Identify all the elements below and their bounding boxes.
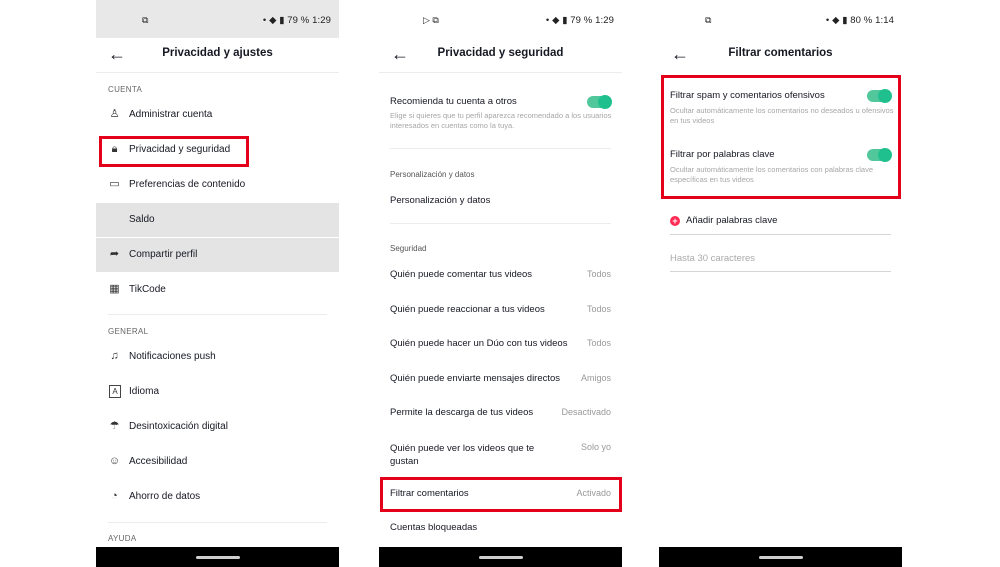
menu-item-compartir-perfil[interactable]: ➦ Compartir perfil — [96, 238, 339, 272]
setting-cuentas-bloqueadas-label[interactable]: Cuentas bloqueadas — [390, 522, 477, 533]
page-title: Privacidad y seguridad — [437, 47, 564, 59]
menu-item-ahorro-datos[interactable]: ◔ Ahorro de datos — [96, 480, 339, 514]
menu-item-label: Saldo — [129, 214, 155, 225]
status-bar: ▷ ⧉ • ◆ ▮ 79 % 1:29 — [379, 0, 622, 38]
setting-duo-label[interactable]: Quién puede hacer un Dúo con tus videos — [390, 338, 567, 349]
menu-item-saldo[interactable]: Saldo — [96, 203, 339, 237]
setting-reaccionar-value: Todos — [586, 304, 611, 314]
section-header-general: GENERAL — [108, 327, 149, 336]
menu-item-label: Accesibilidad — [129, 456, 188, 467]
menu-item-label: Idioma — [129, 386, 160, 397]
setting-videos-gustan-value: Solo yo — [580, 442, 611, 452]
setting-mensajes-label[interactable]: Quién puede enviarte mensajes directos — [390, 373, 560, 384]
battery-level: 79 % — [287, 15, 310, 26]
navigation-bar — [379, 547, 622, 567]
header: ← Privacidad y seguridad — [379, 38, 622, 73]
clock: 1:29 — [312, 15, 331, 26]
status-indicators: • ◆ ▮ 79 % 1:29 — [262, 15, 331, 26]
clock: 1:29 — [595, 15, 614, 26]
page-title: Filtrar comentarios — [728, 47, 833, 59]
setting-duo-value: Todos — [586, 338, 611, 348]
setting-descarga-value: Desactivado — [561, 407, 611, 417]
person-icon: ♙ — [109, 108, 120, 120]
battery-level: 80 % — [850, 15, 873, 26]
highlight-privacidad-seguridad — [99, 136, 249, 167]
setting-reaccionar-label[interactable]: Quién puede reaccionar a tus videos — [390, 304, 545, 315]
data-saver-icon: ◔ — [111, 490, 118, 502]
page-title: Privacidad y ajustes — [162, 47, 273, 59]
section-header-personalizacion: Personalización y datos — [390, 170, 475, 179]
highlight-filtrar-comentarios — [380, 477, 622, 512]
section-header-seguridad: Seguridad — [390, 244, 427, 253]
screenshot-icon: ⧉ — [705, 15, 712, 25]
section-header-cuenta: CUENTA — [108, 85, 143, 94]
bell-icon: ♫ — [110, 350, 119, 362]
setting-comentar-label[interactable]: Quién puede comentar tus videos — [390, 269, 532, 280]
menu-item-preferencias-contenido[interactable]: ▭ Preferencias de contenido — [96, 168, 339, 202]
menu-item-personalizacion[interactable]: Personalización y datos — [390, 195, 490, 206]
highlight-filter-toggles — [661, 75, 901, 199]
menu-item-label: Administrar cuenta — [129, 109, 213, 120]
accessibility-icon: ☺ — [108, 455, 121, 467]
screen-privacy-settings: ⧉ • ◆ ▮ 79 % 1:29 ← Privacidad y ajustes… — [96, 0, 339, 567]
share-icon: ➦ — [109, 248, 120, 260]
menu-item-label: Desintoxicación digital — [129, 421, 228, 432]
divider — [390, 148, 611, 149]
menu-item-tikcode[interactable]: ▦ TikCode — [96, 273, 339, 307]
add-icon: + — [670, 216, 680, 226]
setting-descarga-label[interactable]: Permite la descarga de tus videos — [390, 407, 533, 418]
menu-item-label: Compartir perfil — [129, 249, 198, 260]
status-bar: ⧉ • ◆ ▮ 80 % 1:14 — [659, 0, 902, 38]
header: ← Filtrar comentarios — [659, 38, 902, 72]
status-indicators: • ◆ ▮ 80 % 1:14 — [825, 15, 894, 26]
home-indicator[interactable] — [195, 556, 240, 559]
screenshot-icon: ⧉ — [142, 15, 149, 25]
menu-item-label: Ahorro de datos — [129, 491, 201, 502]
umbrella-icon: ☂ — [109, 420, 120, 432]
header: ← Privacidad y ajustes — [96, 38, 339, 73]
menu-item-notificaciones[interactable]: ♫ Notificaciones push — [96, 340, 339, 374]
divider — [390, 223, 611, 224]
language-icon: A — [109, 385, 121, 398]
video-icon: ▭ — [109, 178, 120, 190]
setting-mensajes-value: Amigos — [580, 373, 611, 383]
menu-item-administrar-cuenta[interactable]: ♙ Administrar cuenta — [96, 98, 339, 132]
menu-item-label: TikCode — [129, 284, 166, 295]
add-keywords-button[interactable]: Añadir palabras clave — [686, 215, 777, 226]
recommend-account-description: Elige si quieres que tu perfil aparezca … — [390, 111, 612, 130]
notification-icons: ▷ ⧉ — [423, 15, 439, 25]
qr-code-icon: ▦ — [109, 283, 120, 295]
menu-item-label: Notificaciones push — [129, 351, 216, 362]
wallet-icon — [108, 213, 121, 226]
battery-level: 79 % — [570, 15, 593, 26]
clock: 1:14 — [875, 15, 894, 26]
menu-item-label: Preferencias de contenido — [129, 179, 246, 190]
section-header-ayuda: AYUDA — [108, 534, 137, 543]
menu-item-desintoxicacion[interactable]: ☂ Desintoxicación digital — [96, 410, 339, 444]
home-indicator[interactable] — [758, 556, 803, 559]
divider — [108, 314, 327, 315]
menu-item-accesibilidad[interactable]: ☺ Accesibilidad — [96, 445, 339, 479]
navigation-bar — [96, 547, 339, 567]
status-indicators: • ◆ ▮ 79 % 1:29 — [545, 15, 614, 26]
divider — [108, 522, 327, 523]
recommend-account-toggle[interactable] — [587, 95, 612, 109]
keyword-input-underline — [670, 271, 891, 272]
home-indicator[interactable] — [478, 556, 523, 559]
keyword-input[interactable]: Hasta 30 caracteres — [670, 253, 755, 264]
status-bar: ⧉ • ◆ ▮ 79 % 1:29 — [96, 0, 339, 38]
divider — [670, 234, 891, 235]
setting-videos-gustan-label[interactable]: Quién puede ver los videos que te gustan — [390, 442, 555, 468]
recommend-account-label: Recomienda tu cuenta a otros — [390, 96, 517, 107]
setting-comentar-value: Todos — [586, 269, 611, 279]
navigation-bar — [659, 547, 902, 567]
menu-item-idioma[interactable]: A Idioma — [96, 375, 339, 409]
